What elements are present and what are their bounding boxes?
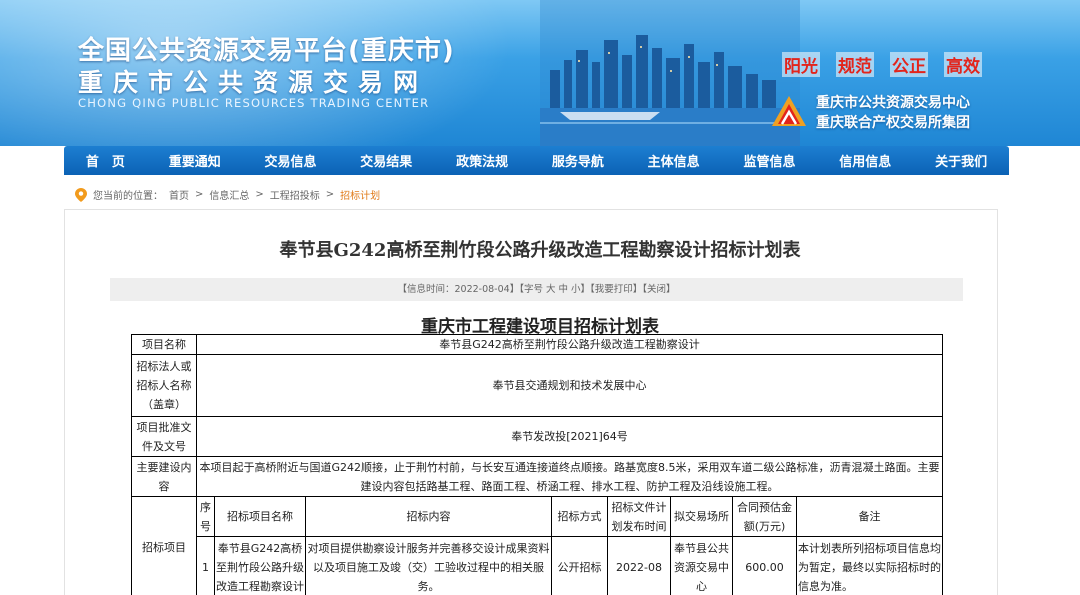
row-label: 主要建设内容 <box>131 456 197 497</box>
org-name-1: 重庆市公共资源交易中心 <box>816 95 970 111</box>
breadcrumb-sep: > <box>325 189 335 200</box>
slogans: 阳光 规范 公正 高效 <box>782 52 982 77</box>
column-header: 合同预估金额(万元) <box>732 496 797 537</box>
nav-home[interactable]: 首 页 <box>86 151 125 170</box>
nav-supervision[interactable]: 监管信息 <box>743 151 795 170</box>
breadcrumb-sep: > <box>255 189 264 200</box>
cell-venue: 奉节县公共资源交易中心 <box>670 536 733 595</box>
cell-no: 1 <box>196 536 215 595</box>
items-label: 招标项目 <box>131 496 197 595</box>
row-value: 奉节县交通规划和技术发展中心 <box>195 354 944 417</box>
slogan-3: 公正 <box>890 52 928 77</box>
row-value: 奉节县G242高桥至荆竹段公路升级改造工程勘察设计 <box>195 334 944 355</box>
column-header: 拟交易场所 <box>670 496 733 537</box>
bidding-plan-table: 项目名称 奉节县G242高桥至荆竹段公路升级改造工程勘察设计 招标法人或招标人名… <box>131 334 944 595</box>
nav-about[interactable]: 关于我们 <box>935 151 987 170</box>
column-header: 备注 <box>795 496 944 537</box>
nav-notices[interactable]: 重要通知 <box>169 151 221 170</box>
breadcrumb-sep: > <box>195 189 204 200</box>
cell-method: 公开招标 <box>551 536 608 595</box>
table-row: 1 奉节县G242高桥至荆竹段公路升级改造工程勘察设计 对项目提供勘察设计服务并… <box>132 536 944 595</box>
breadcrumb-home[interactable]: 首页 <box>169 187 189 202</box>
nav-service-guide[interactable]: 服务导航 <box>552 151 604 170</box>
city-skyline-image <box>540 0 800 146</box>
breadcrumb-summary[interactable]: 信息汇总 <box>209 187 249 202</box>
table-row: 项目名称 奉节县G242高桥至荆竹段公路升级改造工程勘察设计 <box>131 334 944 355</box>
column-header: 序号 <box>196 496 215 537</box>
slogan-1: 阳光 <box>782 52 820 77</box>
org-logo-icon <box>772 96 806 126</box>
row-label: 招标法人或招标人名称（盖章） <box>131 354 197 417</box>
cell-amount: 600.00 <box>732 536 797 595</box>
cell-name: 奉节县G242高桥至荆竹段公路升级改造工程勘察设计 <box>214 536 306 595</box>
site-title-en: CHONG QING PUBLIC RESOURCES TRADING CENT… <box>78 96 430 110</box>
slogan-2: 规范 <box>836 52 874 77</box>
column-header: 招标方式 <box>551 496 608 537</box>
slogan-4: 高效 <box>944 52 982 77</box>
row-label: 项目批准文件及文号 <box>131 416 197 457</box>
row-value: 本项目起于高桥附近与国道G242顺接，止于荆竹村前，与长安互通连接道终点顺接。路… <box>195 456 944 497</box>
site-banner: 全国公共资源交易平台(重庆市) 重庆市公共资源交易网 CHONG QING PU… <box>0 0 1080 146</box>
column-header: 招标项目名称 <box>214 496 306 537</box>
cell-publish: 2022-08 <box>607 536 671 595</box>
cell-remark: 本计划表所列招标项目信息均为暂定，最终以实际招标时的信息为准。 <box>795 536 944 595</box>
nav-credit[interactable]: 信用信息 <box>839 151 891 170</box>
org-name-2: 重庆联合产权交易所集团 <box>816 115 970 131</box>
breadcrumb-current[interactable]: 招标计划 <box>340 187 380 202</box>
breadcrumb-prefix: 您当前的位置： <box>93 191 163 202</box>
main-nav: 首 页 重要通知 交易信息 交易结果 政策法规 服务导航 主体信息 监管信息 信… <box>64 146 1009 175</box>
breadcrumb-bidding[interactable]: 工程招投标 <box>270 187 320 202</box>
row-value: 奉节发改投[2021]64号 <box>195 416 944 457</box>
nav-trade-info[interactable]: 交易信息 <box>264 151 316 170</box>
table-row: 招标法人或招标人名称（盖章） 奉节县交通规划和技术发展中心 <box>131 354 944 417</box>
table-row: 项目批准文件及文号 奉节发改投[2021]64号 <box>131 416 944 457</box>
table-row: 主要建设内容 本项目起于高桥附近与国道G242顺接，止于荆竹村前，与长安互通连接… <box>131 456 944 497</box>
nav-entity-info[interactable]: 主体信息 <box>648 151 700 170</box>
nav-policies[interactable]: 政策法规 <box>456 151 508 170</box>
nav-trade-results[interactable]: 交易结果 <box>360 151 412 170</box>
breadcrumb: 您当前的位置： 首页 > 信息汇总 > 工程招投标 > 招标计划 <box>75 187 380 202</box>
article-meta-bar[interactable]: 【信息时间：2022-08-04】【字号 大 中 小】【我要打印】【关闭】 <box>110 278 963 301</box>
column-header: 招标文件计划发布时间 <box>607 496 671 537</box>
cell-content: 对项目提供勘察设计服务并完善移交设计成果资料以及项目施工及竣（交）工验收过程中的… <box>305 536 552 595</box>
row-label: 项目名称 <box>131 334 197 355</box>
page-title: 奉节县G242高桥至荆竹段公路升级改造工程勘察设计招标计划表 <box>279 240 801 261</box>
site-title-cn: 全国公共资源交易平台(重庆市) <box>78 36 455 66</box>
table-header-row: 招标项目 序号 招标项目名称 招标内容 招标方式 招标文件计划发布时间 拟交易场… <box>131 496 944 595</box>
column-header: 招标内容 <box>305 496 552 537</box>
org-names: 重庆市公共资源交易中心 重庆联合产权交易所集团 <box>816 93 970 133</box>
site-title-main: 重庆市公共资源交易网 <box>78 68 429 97</box>
location-pin-icon <box>75 187 87 202</box>
